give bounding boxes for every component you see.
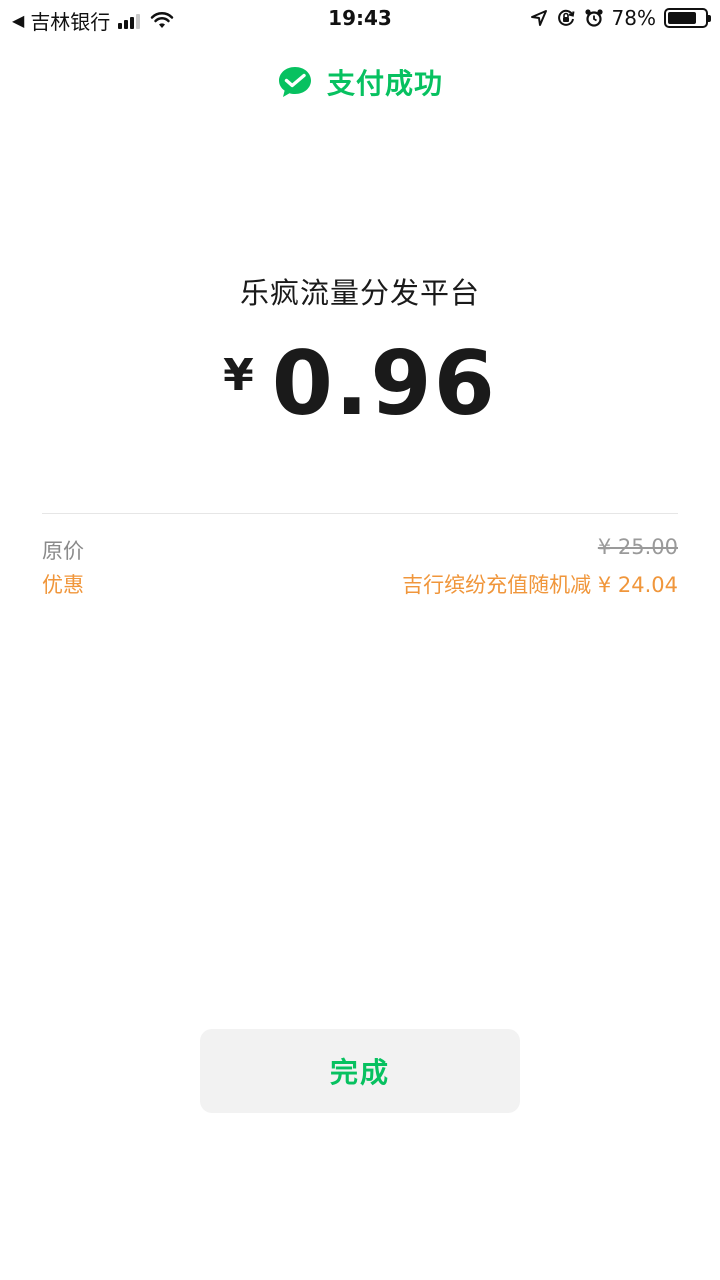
wechat-pay-check-icon: [278, 67, 311, 97]
discount-row: 优惠 吉行缤纷充值随机减 ¥ 24.04: [42, 569, 678, 599]
alarm-icon: [584, 9, 603, 27]
payment-status-text: 支付成功: [326, 67, 443, 100]
battery-icon: [664, 8, 711, 28]
original-price-value: ¥ 25.00: [597, 535, 678, 559]
location-arrow-icon: [530, 10, 547, 26]
status-bar: ◀ 吉林银行 19:43 78%: [0, 0, 720, 38]
discount-label: 优惠: [42, 573, 84, 597]
divider: [42, 513, 678, 514]
merchant-name: 乐疯流量分发平台: [239, 276, 480, 310]
currency-symbol: ¥: [223, 350, 254, 401]
rotation-lock-icon: [557, 9, 575, 26]
status-bar-right: 78%: [530, 6, 711, 30]
payment-amount: ¥ 0.96: [0, 332, 720, 435]
original-price-label: 原价: [42, 539, 84, 563]
battery-level: [668, 12, 697, 24]
done-button[interactable]: 完成: [200, 1029, 520, 1113]
payment-status-header: 支付成功: [0, 62, 720, 102]
original-price-row: 原价 ¥ 25.00: [42, 535, 678, 565]
discount-value: 吉行缤纷充值随机减 ¥ 24.04: [402, 573, 678, 597]
battery-percent: 78%: [611, 6, 656, 30]
amount-value: 0.96: [271, 332, 497, 435]
